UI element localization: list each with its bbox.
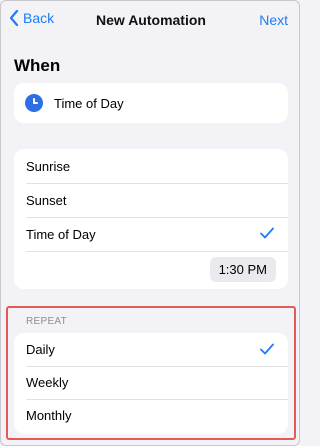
clock-icon bbox=[25, 94, 43, 112]
navigation-bar: Back New Automation Next bbox=[1, 1, 299, 39]
next-button[interactable]: Next bbox=[259, 12, 288, 28]
option-sunset[interactable]: Sunset bbox=[14, 183, 288, 217]
time-picker[interactable]: 1:30 PM bbox=[209, 256, 276, 282]
checkmark-icon bbox=[260, 227, 274, 239]
when-heading: When bbox=[14, 56, 61, 75]
option-label: Time of Day bbox=[26, 226, 96, 242]
chevron-left-icon bbox=[9, 10, 19, 26]
option-sunrise[interactable]: Sunrise bbox=[14, 149, 288, 183]
repeat-option-weekly[interactable]: Weekly bbox=[14, 366, 288, 399]
back-button[interactable]: Back bbox=[9, 10, 54, 26]
time-options-list: Sunrise Sunset Time of Day 1:30 PM bbox=[14, 149, 288, 289]
page-title: New Automation bbox=[96, 12, 206, 28]
repeat-option-daily[interactable]: Daily bbox=[14, 333, 288, 366]
option-label: Daily bbox=[26, 342, 55, 357]
repeat-header: REPEAT bbox=[26, 316, 68, 327]
repeat-options-list: Daily Weekly Monthly bbox=[14, 333, 288, 434]
trigger-row[interactable]: Time of Day bbox=[14, 83, 288, 123]
option-time-of-day[interactable]: Time of Day bbox=[14, 217, 288, 251]
time-picker-row: 1:30 PM bbox=[14, 251, 288, 287]
option-label: Weekly bbox=[26, 375, 69, 390]
back-label: Back bbox=[23, 10, 55, 26]
option-label: Sunrise bbox=[26, 158, 71, 174]
option-label: Monthly bbox=[26, 408, 72, 423]
trigger-label: Time of Day bbox=[54, 95, 124, 111]
checkmark-icon bbox=[260, 343, 274, 355]
option-label: Sunset bbox=[26, 192, 67, 208]
automation-screen: Back New Automation Next When Time of Da… bbox=[0, 0, 300, 446]
repeat-option-monthly[interactable]: Monthly bbox=[14, 399, 288, 432]
